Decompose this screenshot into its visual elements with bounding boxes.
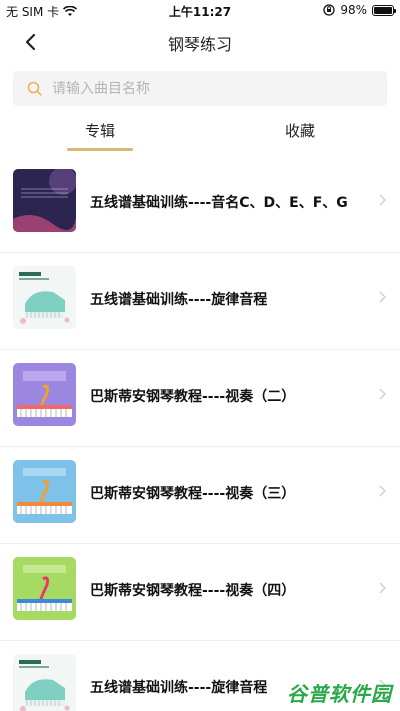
- active-tab-indicator: [67, 148, 133, 151]
- page-title: 钢琴练习: [167, 35, 232, 54]
- album-list-item[interactable]: 巴斯蒂安钢琴教程----视奏（三）: [0, 447, 400, 544]
- album-cover-image: [13, 266, 76, 329]
- chevron-right-icon: [379, 485, 386, 501]
- album-title: 巴斯蒂安钢琴教程----视奏（四）: [90, 583, 296, 599]
- search-icon: [27, 81, 42, 96]
- album-title: 巴斯蒂安钢琴教程----视奏（三）: [90, 486, 296, 502]
- nav-bar: 钢琴练习: [0, 22, 400, 62]
- tab-albums[interactable]: 专辑: [40, 120, 160, 141]
- watermark-logo: 谷普软件园: [287, 682, 392, 706]
- album-list-item[interactable]: 巴斯蒂安钢琴教程----视奏（二）: [0, 350, 400, 447]
- battery-percent: 98%: [340, 3, 367, 17]
- album-cover-image: [13, 654, 76, 711]
- album-title: 五线谱基础训练----音名C、D、E、F、G: [90, 195, 348, 211]
- chevron-right-icon: [379, 194, 386, 210]
- album-title: 五线谱基础训练----旋律音程: [90, 292, 268, 308]
- album-cover-image: [13, 169, 76, 232]
- album-title: 五线谱基础训练----旋律音程: [90, 680, 268, 696]
- tab-bar: 专辑 收藏: [0, 112, 400, 156]
- album-cover-image: [13, 363, 76, 426]
- album-list-item[interactable]: 五线谱基础训练----旋律音程: [0, 253, 400, 350]
- orientation-lock-icon: [323, 4, 335, 16]
- status-bar: 无 SIM 卡 上午11:27 98%: [0, 0, 400, 22]
- battery-icon: [372, 4, 396, 16]
- battery-fill: [374, 6, 392, 14]
- album-cover-image: [13, 460, 76, 523]
- chevron-right-icon: [379, 291, 386, 307]
- status-right: 98%: [323, 3, 396, 17]
- album-list: 五线谱基础训练----音名C、D、E、F、G 五线谱基础训练----旋律音程 巴斯蒂…: [0, 156, 400, 711]
- album-list-item[interactable]: 五线谱基础训练----音名C、D、E、F、G: [0, 156, 400, 253]
- chevron-right-icon: [379, 582, 386, 598]
- search-input[interactable]: [52, 80, 352, 97]
- tab-favorites[interactable]: 收藏: [240, 120, 360, 141]
- album-cover-image: [13, 557, 76, 620]
- album-title: 巴斯蒂安钢琴教程----视奏（二）: [90, 389, 296, 405]
- chevron-right-icon: [379, 388, 386, 404]
- album-list-item[interactable]: 巴斯蒂安钢琴教程----视奏（四）: [0, 544, 400, 641]
- search-bar[interactable]: [13, 71, 387, 106]
